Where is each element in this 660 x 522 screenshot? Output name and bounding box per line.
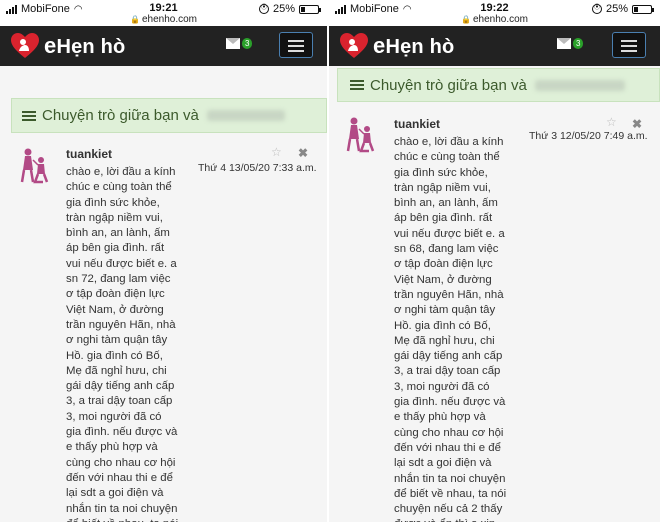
logo-text: Hẹn hò — [385, 36, 455, 58]
battery-icon — [632, 4, 654, 14]
hamburger-menu-icon — [621, 40, 637, 42]
avatar-couple-icon — [346, 117, 375, 153]
lock-icon: 🔒 — [460, 15, 471, 24]
address-bar[interactable]: 🔒 ehenho.com — [0, 14, 327, 25]
list-icon — [22, 109, 36, 123]
screenshot-left: MobiFone ◠ 19:21 🔒 ehenho.com ⦿ 25% eHẹn … — [0, 0, 327, 522]
site-logo[interactable]: eHẹn hò — [10, 32, 125, 60]
star-icon[interactable]: ☆ — [606, 115, 617, 129]
status-bar: MobiFone ◠ 19:22 🔒 ehenho.com ⦿ 25% — [329, 0, 660, 26]
rotation-lock-icon: ⦿ — [591, 4, 602, 14]
message-body: chào e, lời đầu a kính chúc e cùng toàn … — [66, 166, 178, 522]
heart-logo-icon — [340, 33, 368, 58]
address-bar[interactable]: 🔒 ehenho.com — [329, 14, 660, 25]
hamburger-menu-button[interactable] — [279, 32, 313, 58]
messages-button[interactable]: 3 — [226, 38, 253, 49]
star-icon[interactable]: ☆ — [271, 145, 282, 159]
site-navbar: eHẹn hò 3 — [329, 26, 660, 66]
mail-count-badge: 3 — [573, 38, 584, 49]
messages-button[interactable]: 3 — [557, 38, 584, 49]
battery-icon — [299, 4, 321, 14]
redacted-name — [206, 110, 285, 121]
logo-e: e — [373, 33, 386, 58]
rotation-lock-icon: ⦿ — [258, 4, 269, 14]
lock-icon: 🔒 — [129, 15, 140, 24]
close-icon[interactable]: ✖ — [298, 146, 308, 160]
list-icon — [350, 78, 364, 92]
message-username[interactable]: tuankiet — [394, 117, 440, 131]
hamburger-menu-button[interactable] — [612, 32, 646, 58]
mail-icon — [226, 38, 240, 49]
url-text: ehenho.com — [472, 14, 528, 25]
hamburger-menu-icon — [288, 40, 304, 42]
mail-icon — [557, 38, 571, 49]
status-bar: MobiFone ◠ 19:21 🔒 ehenho.com ⦿ 25% — [0, 0, 327, 26]
site-navbar: eHẹn hò 3 — [0, 26, 327, 66]
conversation-heading: Chuyện trò giữa bạn và — [11, 98, 327, 133]
logo-e: e — [44, 33, 57, 58]
heart-logo-icon — [11, 33, 39, 58]
logo-text: Hẹn hò — [56, 36, 126, 58]
battery-percent: 25% — [272, 3, 295, 15]
conversation-title: Chuyện trò giữa bạn và — [370, 76, 527, 94]
conversation-title: Chuyện trò giữa bạn và — [42, 107, 199, 124]
message-body: chào e, lời đầu a kính chúc e cùng toàn … — [394, 136, 507, 522]
conversation-heading: Chuyện trò giữa bạn và — [337, 68, 660, 102]
redacted-name — [534, 79, 625, 91]
site-logo[interactable]: eHẹn hò — [339, 32, 454, 60]
close-icon[interactable]: ✖ — [632, 117, 642, 131]
mail-count-badge: 3 — [242, 38, 253, 49]
url-text: ehenho.com — [141, 14, 197, 25]
battery-percent: 25% — [605, 3, 628, 15]
screenshot-right: MobiFone ◠ 19:22 🔒 ehenho.com ⦿ 25% eHẹn … — [329, 0, 660, 522]
message-username[interactable]: tuankiet — [66, 147, 112, 161]
avatar-couple-icon — [20, 148, 49, 184]
